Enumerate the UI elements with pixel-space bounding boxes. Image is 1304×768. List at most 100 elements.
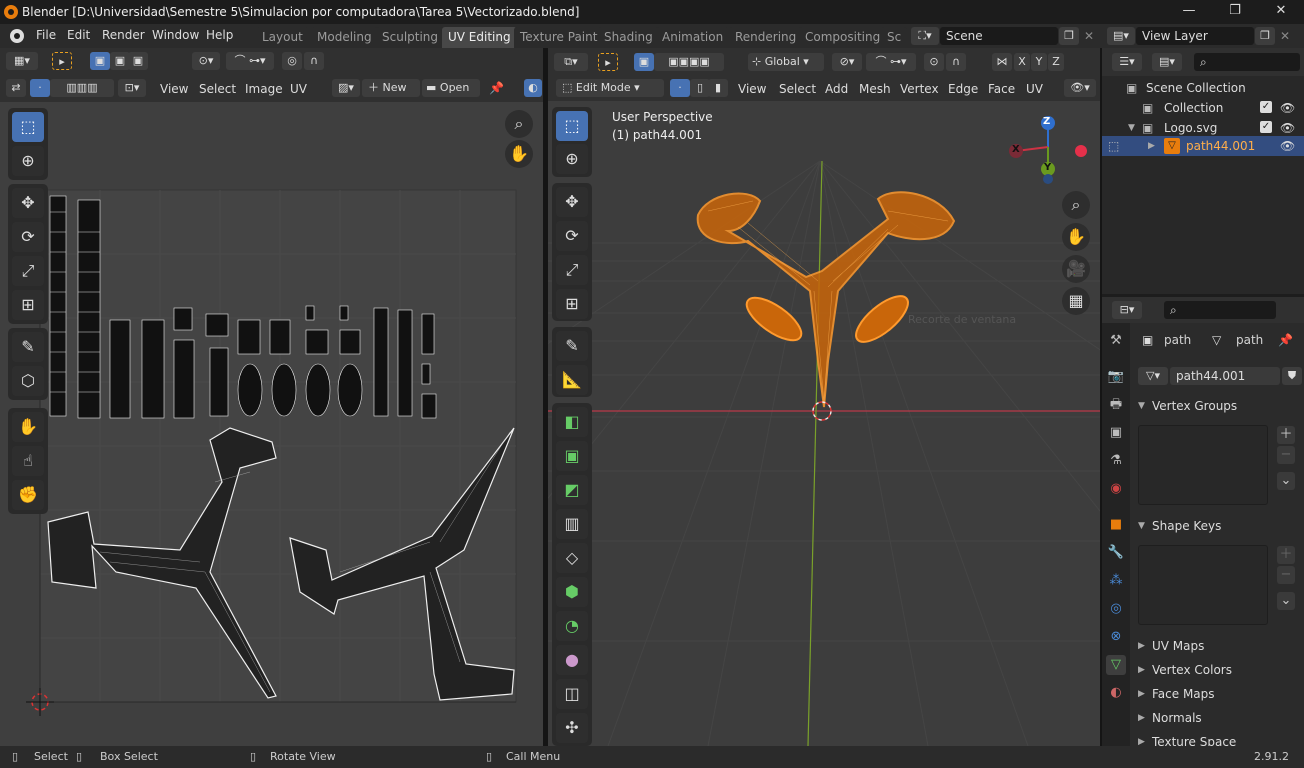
vp-tool-edge-slide-icon[interactable]: ◫ xyxy=(556,679,588,709)
world-tab-icon[interactable]: ◉ xyxy=(1106,479,1126,499)
mode-dropdown[interactable]: ⬚ Edit Mode ▾ xyxy=(556,79,664,97)
vp-tool-move-icon[interactable]: ✥ xyxy=(556,187,588,217)
vertex-groups-arrow-icon[interactable]: ▼ xyxy=(1138,401,1145,411)
tool-rotate-icon[interactable]: ⟳ xyxy=(12,222,44,252)
new-scene-icon[interactable]: ❐ xyxy=(1059,27,1079,45)
remove-vertex-group-button[interactable]: − xyxy=(1277,446,1295,464)
tool-transform-icon[interactable]: ⊞ xyxy=(12,290,44,320)
menu-help[interactable]: Help xyxy=(206,28,233,42)
outliner-search-field[interactable]: ⌕ xyxy=(1194,53,1300,71)
constraints-tab-icon[interactable]: ⊗ xyxy=(1106,627,1126,647)
face-maps-arrow-icon[interactable]: ▶ xyxy=(1138,689,1145,699)
object-tab-icon[interactable]: ■ xyxy=(1106,515,1126,535)
uv-menu-view[interactable]: View xyxy=(160,80,188,98)
add-shape-key-button[interactable]: ＋ xyxy=(1277,546,1295,564)
sticky-select-icon[interactable]: ⊡▾ xyxy=(118,79,146,97)
uv-maps-panel[interactable]: UV Maps xyxy=(1152,639,1204,653)
scene-selector-icon[interactable]: ⛶▾ xyxy=(911,27,939,45)
edit-mode-icon[interactable]: ⬚ xyxy=(1108,136,1119,156)
scene-tab-icon[interactable]: ⚗ xyxy=(1106,451,1126,471)
vertex-colors-panel[interactable]: Vertex Colors xyxy=(1152,663,1232,677)
gizmo-toggle-icon[interactable]: ◐ xyxy=(524,79,542,97)
vp-menu-face[interactable]: Face xyxy=(988,80,1015,98)
tool-relax-icon[interactable]: ☝ xyxy=(12,446,44,476)
vp-tool-annotate-icon[interactable]: ✎ xyxy=(556,331,588,361)
vp-pan-icon[interactable]: ✋ xyxy=(1062,223,1090,251)
tab-uv-editing[interactable]: UV Editing xyxy=(442,27,517,48)
select-mode-subtract-icon[interactable]: ▣ xyxy=(128,52,148,70)
vp-tool-select-box-icon[interactable]: ⬚ xyxy=(556,111,588,141)
uv-vertex-mode-icon[interactable]: · xyxy=(30,79,50,97)
add-vertex-group-button[interactable]: ＋ xyxy=(1277,426,1295,444)
outliner-row-path44[interactable]: ⬚ ▶ ▽ path44.001 👁 xyxy=(1102,136,1304,156)
eye-icon[interactable]: 👁 xyxy=(1280,98,1295,118)
tool-tab-icon[interactable]: ⚒ xyxy=(1106,331,1126,351)
vertex-groups-title[interactable]: Vertex Groups xyxy=(1152,399,1237,413)
fake-user-icon[interactable]: ⛊ xyxy=(1282,367,1302,385)
vp-menu-select[interactable]: Select xyxy=(779,80,816,98)
properties-search-field[interactable]: ⌕ xyxy=(1164,301,1276,319)
material-tab-icon[interactable]: ◐ xyxy=(1106,683,1126,703)
vp-tool-smooth-icon[interactable]: ● xyxy=(556,645,588,675)
vp-menu-add[interactable]: Add xyxy=(825,80,848,98)
select-tool-icon[interactable]: ▸ xyxy=(52,52,72,70)
uv-maps-arrow-icon[interactable]: ▶ xyxy=(1138,641,1145,651)
uv-zoom-icon[interactable]: ⌕ xyxy=(505,110,533,138)
properties-type-icon[interactable]: ⊟▾ xyxy=(1112,301,1142,319)
eye-icon[interactable]: 👁 xyxy=(1280,118,1295,138)
menu-window[interactable]: Window xyxy=(152,28,199,42)
tool-grab-icon[interactable]: ✋ xyxy=(12,412,44,442)
modifier-tab-icon[interactable]: 🔧 xyxy=(1106,543,1126,563)
tool-move-icon[interactable]: ✥ xyxy=(12,188,44,218)
shape-keys-list[interactable] xyxy=(1138,545,1268,625)
tool-pinch-icon[interactable]: ✊ xyxy=(12,480,44,510)
image-browse-icon[interactable]: ▨▾ xyxy=(332,79,360,97)
normals-panel[interactable]: Normals xyxy=(1152,711,1202,725)
uv-editor-canvas[interactable]: ⬚ ⊕ ✥ ⟳ ⤢ ⊞ ✎ ⬡ ✋ ☝ ✊ ⌕ ✋ xyxy=(0,102,543,746)
delete-view-layer-icon[interactable]: ✕ xyxy=(1280,27,1290,45)
maximize-button[interactable]: ❐ xyxy=(1212,0,1258,24)
vp-tool-transform-icon[interactable]: ⊞ xyxy=(556,289,588,319)
vertex-select-icon[interactable]: · xyxy=(670,79,690,97)
new-view-layer-icon[interactable]: ❐ xyxy=(1255,27,1275,45)
vp-tool-extrude-icon[interactable]: ◧ xyxy=(556,407,588,437)
uv-menu-uv[interactable]: UV xyxy=(290,80,307,98)
menu-edit[interactable]: Edit xyxy=(67,28,90,42)
select-tool-3d-icon[interactable]: ▸ xyxy=(598,53,618,71)
collection-checkbox[interactable]: ✓ xyxy=(1260,101,1272,113)
tool-scale-icon[interactable]: ⤢ xyxy=(12,256,44,286)
vp-select-new-icon[interactable]: ▣ xyxy=(634,53,654,71)
tab-layout[interactable]: Layout xyxy=(256,27,309,48)
vertex-colors-arrow-icon[interactable]: ▶ xyxy=(1138,665,1145,675)
select-mode-extend-icon[interactable]: ▣ xyxy=(110,52,130,70)
vp-falloff-icon[interactable]: ∩ xyxy=(946,53,966,71)
vp-tool-shrink-icon[interactable]: ✣ xyxy=(556,713,588,743)
tab-scripting[interactable]: Sc xyxy=(881,27,908,48)
tool-cube-icon[interactable]: ⬡ xyxy=(12,366,44,396)
vp-perspective-icon[interactable]: ▦ xyxy=(1062,287,1090,315)
vp-tool-loopcut-icon[interactable]: ▥ xyxy=(556,509,588,539)
snap-icon[interactable]: ⌒ ⊶▾ xyxy=(226,52,274,70)
uv-select-modes-icon[interactable]: ▥▥▥ xyxy=(50,79,114,97)
vp-menu-mesh[interactable]: Mesh xyxy=(859,80,891,98)
pin-icon[interactable]: 📌 xyxy=(1278,333,1293,347)
output-tab-icon[interactable]: 🖶 xyxy=(1106,395,1126,415)
vertex-group-specials-button[interactable]: ⌄ xyxy=(1277,472,1295,490)
tab-sculpting[interactable]: Sculpting xyxy=(376,27,445,48)
mirror-icon[interactable]: ⋈ xyxy=(992,53,1012,71)
view-layer-icon[interactable]: ▤▾ xyxy=(1107,27,1135,45)
edge-select-icon[interactable]: ▯ xyxy=(690,79,710,97)
mesh-data-tab-icon[interactable]: ▽ xyxy=(1106,655,1126,675)
delete-scene-icon[interactable]: ✕ xyxy=(1084,27,1094,45)
blender-menu-icon[interactable] xyxy=(10,29,24,43)
mirror-x-toggle[interactable]: X xyxy=(1014,53,1030,71)
vp-tool-scale-icon[interactable]: ⤢ xyxy=(556,255,588,285)
uv-pan-icon[interactable]: ✋ xyxy=(505,140,533,168)
falloff-icon[interactable]: ∩ xyxy=(304,52,324,70)
vp-zoom-icon[interactable]: ⌕ xyxy=(1062,191,1090,219)
vp-tool-polybuild-icon[interactable]: ⬢ xyxy=(556,577,588,607)
eye-icon[interactable]: 👁 xyxy=(1280,136,1295,156)
mirror-z-toggle[interactable]: Z xyxy=(1048,53,1064,71)
logo-svg-checkbox[interactable]: ✓ xyxy=(1260,121,1272,133)
vp-tool-rotate-icon[interactable]: ⟳ xyxy=(556,221,588,251)
